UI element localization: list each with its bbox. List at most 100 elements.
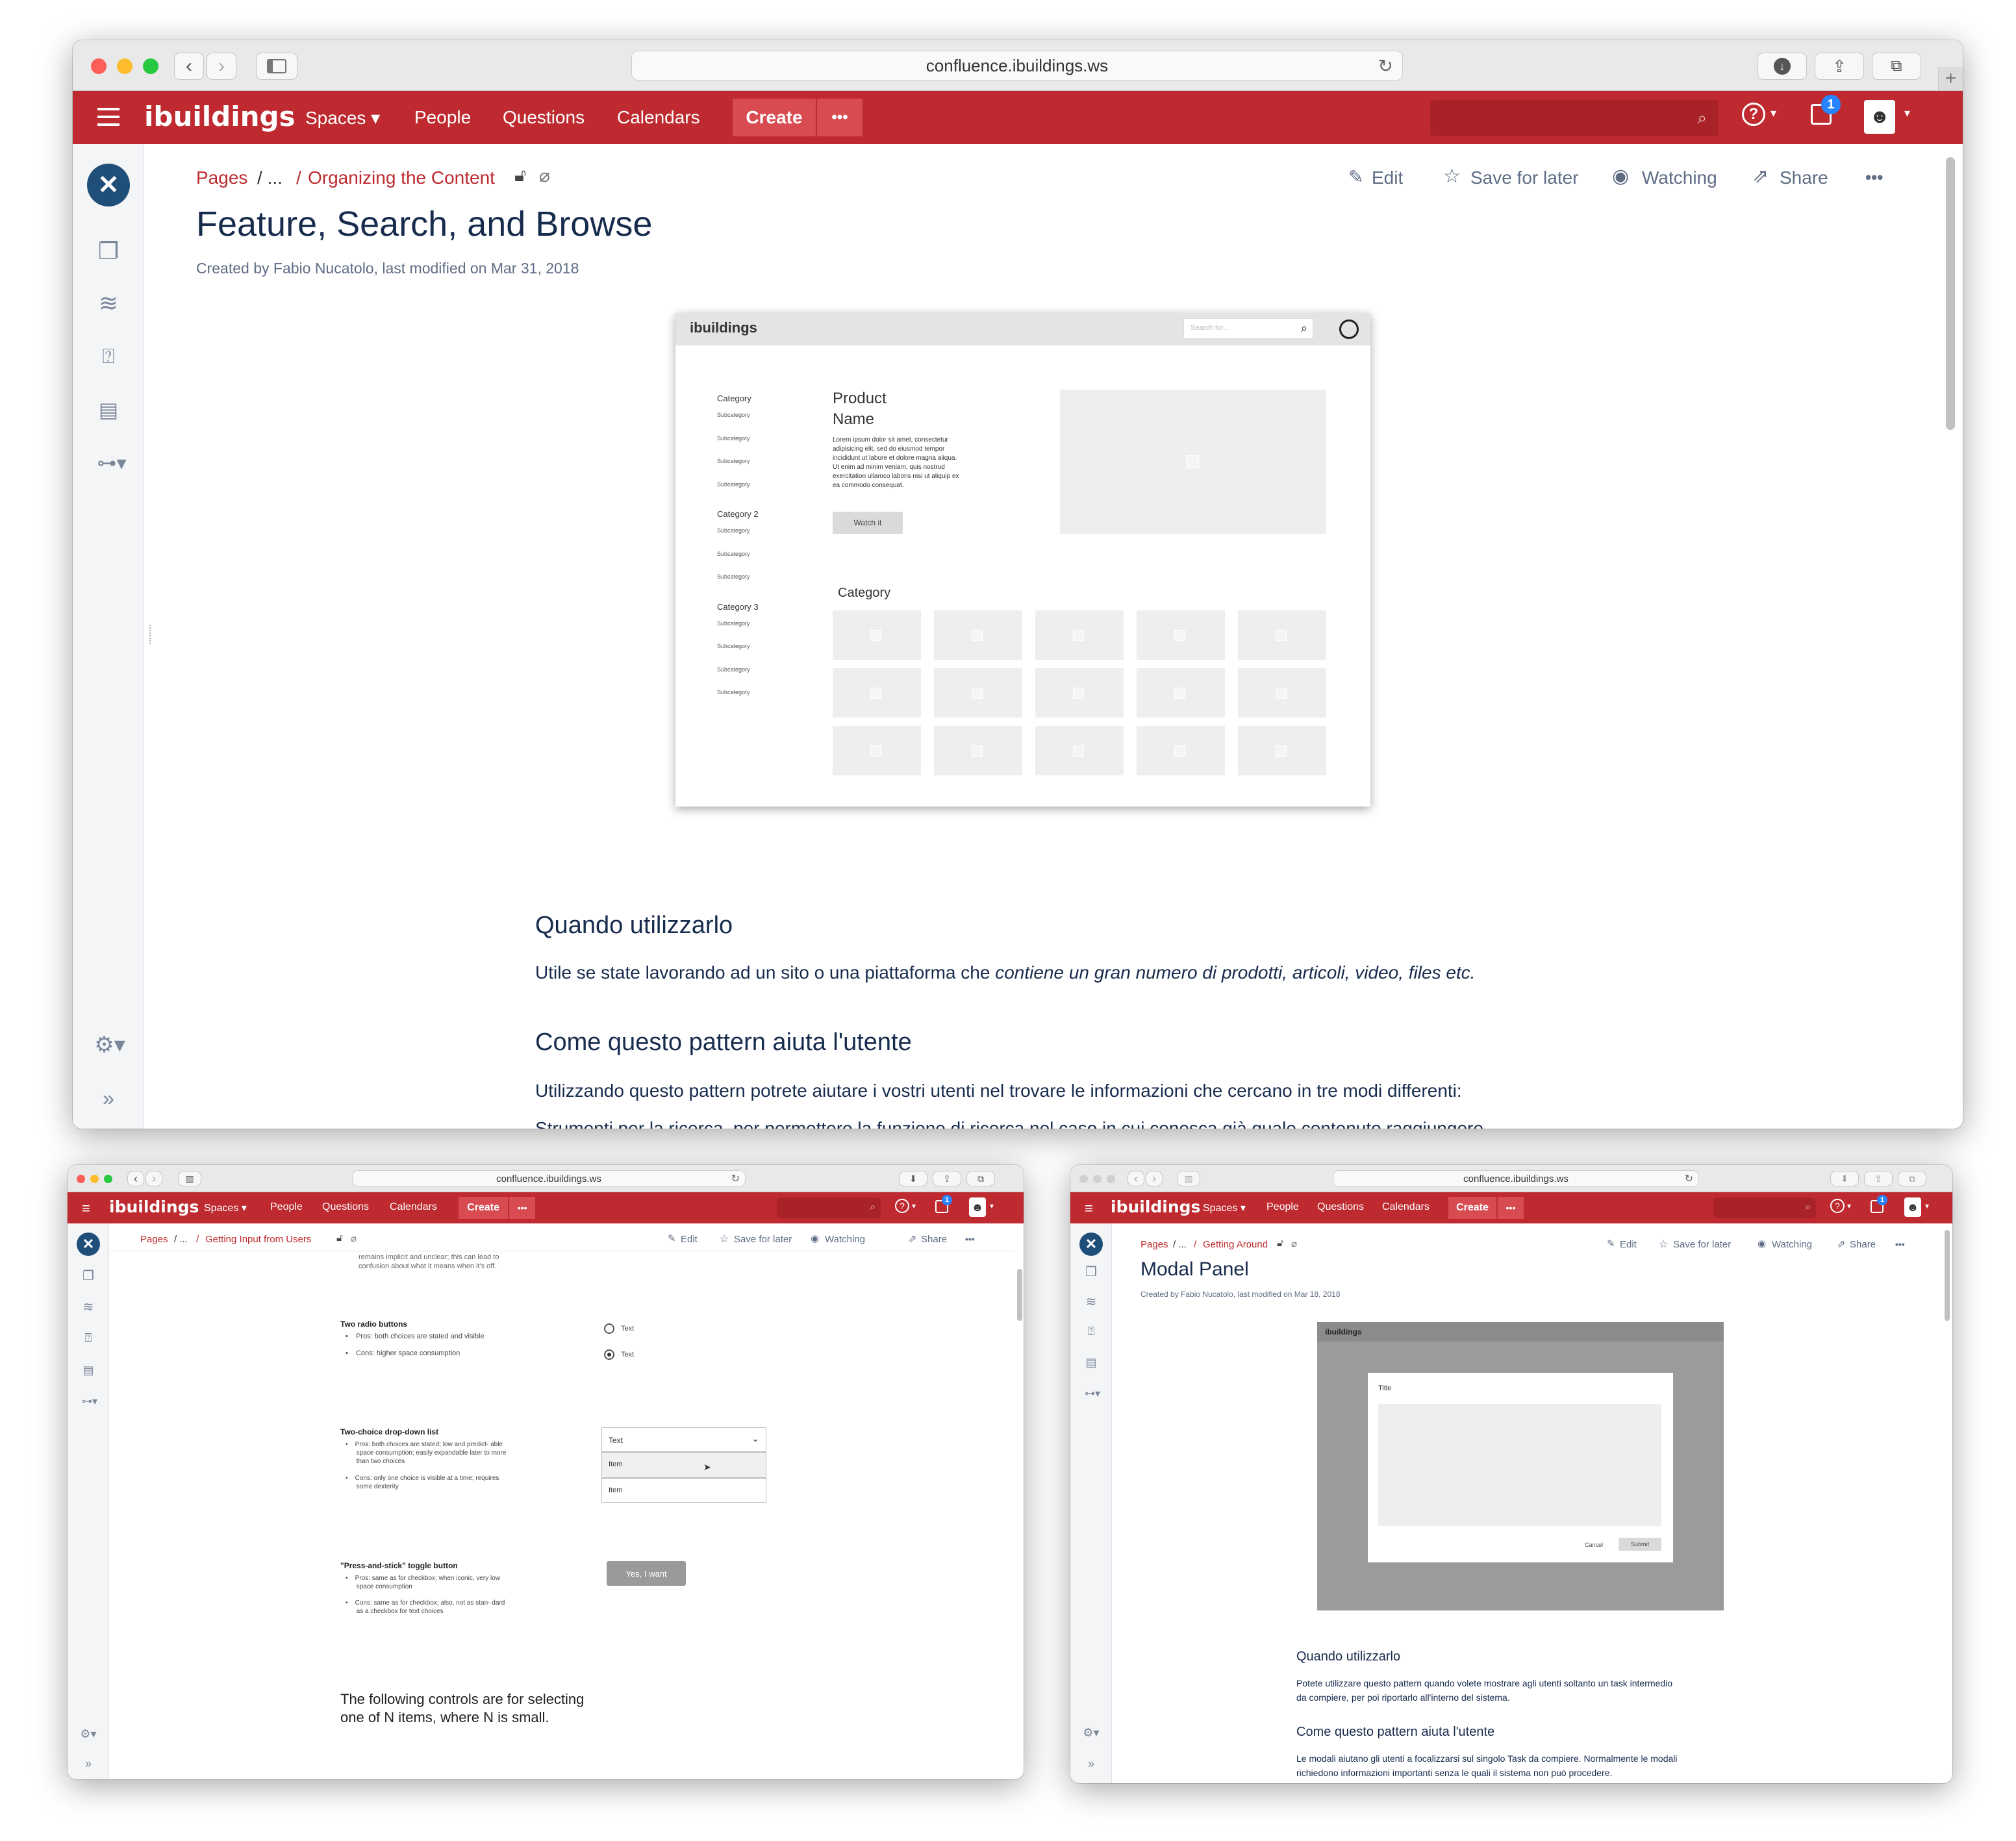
menu-icon[interactable] [97, 108, 120, 126]
ibuildings-logo[interactable]: ibuildings [1111, 1197, 1200, 1216]
share-browser-button[interactable]: ⇪ [933, 1171, 961, 1186]
downloads-button[interactable]: ↓ [1758, 53, 1807, 80]
reload-icon[interactable]: ↻ [731, 1172, 740, 1185]
nav-questions[interactable]: Questions [322, 1201, 369, 1213]
page-more-actions-button[interactable]: ••• [965, 1234, 975, 1244]
user-menu-chevron-icon[interactable]: ▾ [1904, 106, 1910, 120]
breadcrumb-pages[interactable]: Pages [196, 168, 247, 188]
close-window-button[interactable] [1079, 1175, 1088, 1183]
blog-rss-icon[interactable]: ≋ [92, 287, 125, 319]
zoom-window-button[interactable] [104, 1175, 112, 1183]
edit-pencil-icon[interactable]: ✎ [1607, 1238, 1615, 1249]
sidebar-toggle-button[interactable]: ▥ [178, 1171, 201, 1186]
nav-people[interactable]: People [270, 1201, 303, 1213]
tabs-overview-button[interactable]: ⧉ [1898, 1171, 1926, 1186]
tabs-overview-button[interactable]: ⧉ [1872, 53, 1921, 80]
nav-calendars[interactable]: Calendars [617, 105, 700, 130]
create-button[interactable]: Create [733, 99, 816, 136]
edit-pencil-icon[interactable]: ✎ [1348, 166, 1363, 188]
star-icon[interactable]: ☆ [1443, 165, 1461, 188]
menu-icon[interactable]: ≡ [82, 1200, 90, 1217]
watching-button[interactable]: Watching [1772, 1239, 1812, 1250]
reload-icon[interactable]: ↻ [1378, 55, 1393, 77]
create-more-button[interactable]: ••• [817, 99, 863, 136]
expand-sidebar-icon[interactable]: » [92, 1082, 125, 1114]
user-avatar[interactable]: ☻ [969, 1197, 986, 1217]
address-bar[interactable]: confluence.ibuildings.ws ↻ [352, 1170, 746, 1187]
space-settings-icon[interactable]: ⚙▾ [75, 1725, 101, 1743]
dropdown-select[interactable]: Text ⌄ [601, 1427, 766, 1452]
space-logo-icon[interactable]: ✕ [87, 164, 130, 207]
dropdown-item-1[interactable]: Item ➤ [601, 1452, 766, 1478]
pages-icon[interactable]: ❐ [79, 1266, 97, 1284]
breadcrumb-pages[interactable]: Pages [140, 1234, 168, 1245]
edit-button[interactable]: Edit [681, 1234, 698, 1245]
back-button[interactable]: ‹ [127, 1171, 144, 1186]
user-menu-chevron-icon[interactable]: ▾ [1925, 1201, 1929, 1210]
nav-calendars[interactable]: Calendars [390, 1201, 437, 1213]
help-icon[interactable]: ? [895, 1199, 909, 1213]
zoom-window-button[interactable] [1107, 1175, 1115, 1183]
nav-spaces[interactable]: Spaces ▾ [305, 105, 380, 130]
expand-sidebar-icon[interactable]: » [1082, 1755, 1100, 1773]
pages-icon[interactable]: ❐ [1082, 1262, 1100, 1281]
user-avatar[interactable]: ☻ [1904, 1197, 1921, 1217]
questions-icon[interactable]: ⍰ [79, 1329, 97, 1347]
help-dropdown-chevron-icon[interactable]: ▾ [1770, 106, 1776, 120]
nav-people[interactable]: People [414, 105, 471, 130]
share-button[interactable]: Share [921, 1234, 947, 1245]
calendar-icon[interactable]: ▤ [1082, 1353, 1100, 1371]
blog-rss-icon[interactable]: ≋ [79, 1297, 97, 1316]
address-bar[interactable]: confluence.ibuildings.ws ↻ [631, 51, 1403, 81]
tabs-overview-button[interactable]: ⧉ [966, 1171, 995, 1186]
nav-questions[interactable]: Questions [1317, 1201, 1364, 1213]
questions-icon[interactable]: ⍰ [1082, 1322, 1100, 1340]
nav-questions[interactable]: Questions [503, 105, 585, 130]
edit-pencil-icon[interactable]: ✎ [668, 1233, 676, 1244]
save-for-later-button[interactable]: Save for later [734, 1234, 792, 1245]
share-icon[interactable]: ⇗ [1752, 165, 1769, 188]
close-window-button[interactable] [91, 58, 107, 74]
questions-icon[interactable]: ⍰ [92, 340, 125, 373]
help-icon[interactable]: ? [1830, 1199, 1845, 1213]
unlock-icon[interactable]: 🔓︎ [336, 1233, 343, 1244]
menu-icon[interactable]: ≡ [1085, 1200, 1093, 1217]
nav-calendars[interactable]: Calendars [1382, 1201, 1430, 1213]
unlock-icon[interactable]: 🔓︎ [514, 165, 526, 186]
help-dropdown-chevron-icon[interactable]: ▾ [912, 1201, 916, 1210]
page-tree-icon[interactable]: ⊶▾ [1079, 1384, 1105, 1403]
blog-rss-icon[interactable]: ≋ [1082, 1292, 1100, 1310]
eye-icon[interactable]: ◉ [1612, 165, 1629, 188]
share-browser-button[interactable]: ⇪ [1864, 1171, 1893, 1186]
back-button[interactable]: ‹ [174, 53, 204, 80]
search-input[interactable]: ⌕ [1430, 100, 1719, 136]
calendar-icon[interactable]: ▤ [79, 1361, 97, 1379]
breadcrumb-ellipsis[interactable]: / ... [1173, 1239, 1187, 1250]
eye-icon[interactable]: ◉ [811, 1233, 819, 1244]
breadcrumb-ellipsis[interactable]: / ... [174, 1234, 188, 1245]
sidebar-toggle-button[interactable] [256, 53, 297, 80]
ibuildings-logo[interactable]: ibuildings [109, 1197, 199, 1216]
eye-icon[interactable]: ◉ [1758, 1238, 1766, 1249]
attachment-icon[interactable]: ⌀ [351, 1233, 357, 1244]
create-more-button[interactable]: ••• [1498, 1197, 1524, 1219]
downloads-button[interactable]: ⬇ [899, 1171, 927, 1186]
create-button[interactable]: Create [459, 1197, 508, 1219]
create-more-button[interactable]: ••• [509, 1197, 535, 1219]
attachment-icon[interactable]: ⌀ [1291, 1238, 1297, 1249]
reload-icon[interactable]: ↻ [1685, 1172, 1693, 1185]
downloads-button[interactable]: ⬇ [1830, 1171, 1859, 1186]
user-avatar[interactable]: ☻ [1864, 100, 1895, 134]
share-button[interactable]: Share [1850, 1239, 1876, 1250]
edit-button[interactable]: Edit [1372, 168, 1403, 188]
page-more-actions-button[interactable]: ••• [1895, 1239, 1905, 1249]
address-bar[interactable]: confluence.ibuildings.ws ↻ [1333, 1170, 1699, 1187]
page-scrollbar[interactable] [1017, 1269, 1022, 1321]
zoom-window-button[interactable] [143, 58, 158, 74]
space-settings-icon[interactable]: ⚙▾ [87, 1029, 132, 1061]
back-button[interactable]: ‹ [1128, 1171, 1144, 1186]
expand-sidebar-icon[interactable]: » [79, 1755, 97, 1773]
breadcrumb-parent[interactable]: Getting Around [1203, 1239, 1268, 1250]
forward-button[interactable]: › [207, 53, 236, 80]
dropdown-item-2[interactable]: Item [601, 1478, 766, 1503]
